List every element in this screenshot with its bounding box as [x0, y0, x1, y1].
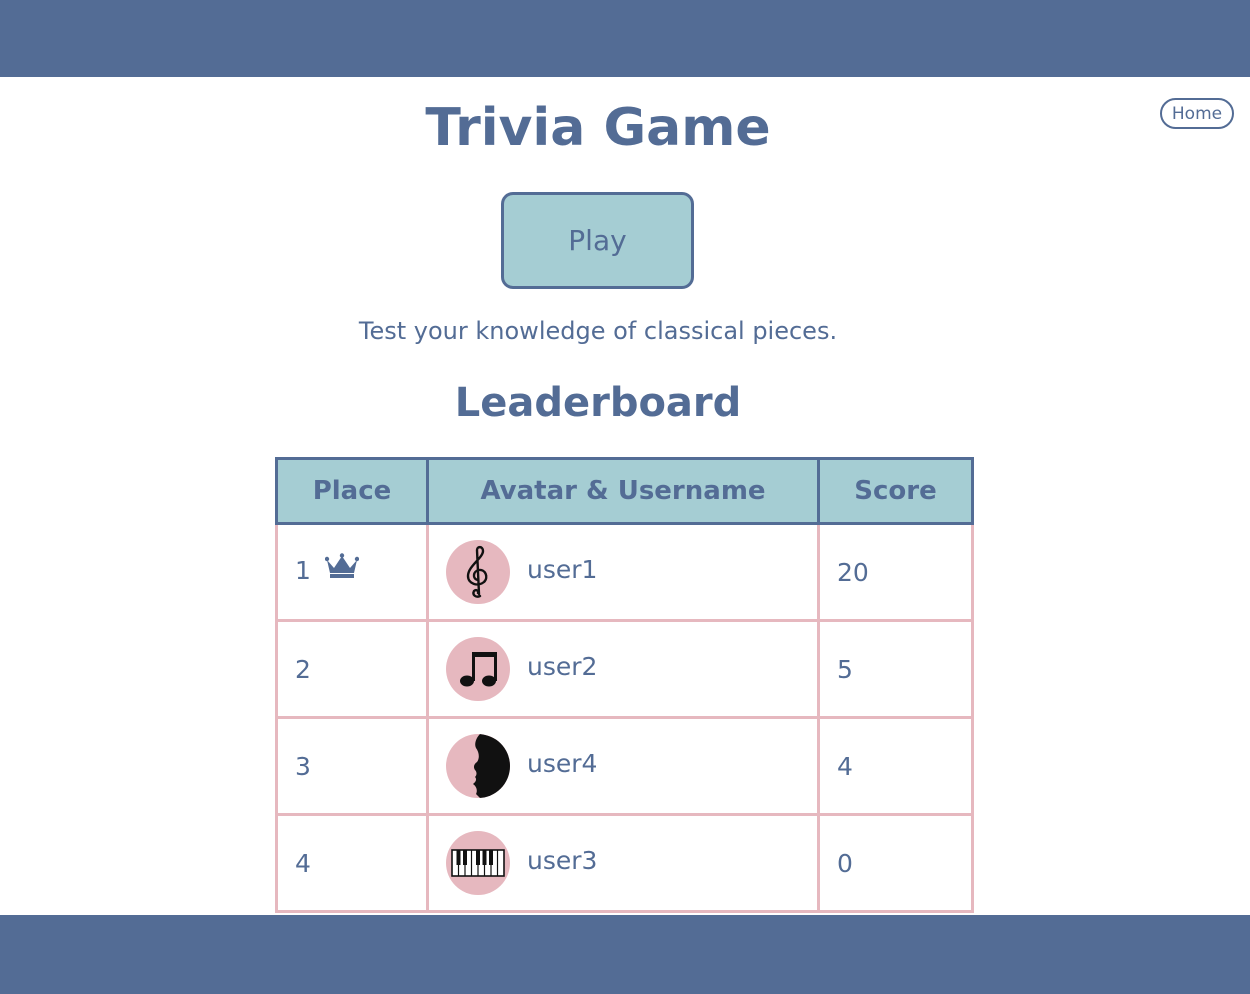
beamed-notes-icon: [446, 637, 510, 701]
username: user4: [527, 748, 598, 778]
table-row: 1 user1 20: [275, 522, 974, 622]
page-title: Trivia Game: [425, 98, 771, 158]
place-cell: 1: [275, 522, 429, 622]
place-cell: 3: [275, 716, 429, 816]
score-cell: 5: [817, 619, 974, 719]
place-cell: 2: [275, 619, 429, 719]
leaderboard-title: Leaderboard: [454, 380, 742, 426]
play-button[interactable]: Play: [501, 192, 694, 289]
username: user3: [527, 845, 598, 875]
table-row: 2 user2 5: [275, 619, 974, 719]
table-row: 4 user3 0: [275, 813, 974, 913]
user-cell: user3: [426, 813, 820, 913]
column-header-score: Score: [817, 457, 974, 525]
place-cell: 4: [275, 813, 429, 913]
score-cell: 20: [817, 522, 974, 622]
user-cell: user2: [426, 619, 820, 719]
top-bar: [0, 0, 1250, 77]
score-cell: 0: [817, 813, 974, 913]
bottom-bar: [0, 915, 1250, 994]
column-header-place: Place: [275, 457, 429, 525]
score-cell: 4: [817, 716, 974, 816]
column-header-avatar-username: Avatar & Username: [426, 457, 820, 525]
crown-icon: [324, 553, 360, 585]
composer-silhouette-icon: [446, 734, 510, 798]
user-cell: user1: [426, 522, 820, 622]
piano-keys-icon: [446, 831, 510, 895]
place-number: 1: [295, 556, 311, 585]
leaderboard-table: Place Avatar & Username Score 1 user1 20…: [275, 457, 974, 913]
table-header-row: Place Avatar & Username Score: [275, 457, 974, 525]
user-cell: user4: [426, 716, 820, 816]
username: user2: [527, 651, 598, 681]
username: user1: [527, 554, 598, 584]
tagline: Test your knowledge of classical pieces.: [358, 317, 838, 345]
treble-clef-icon: [446, 540, 510, 604]
table-row: 3 user4 4: [275, 716, 974, 816]
